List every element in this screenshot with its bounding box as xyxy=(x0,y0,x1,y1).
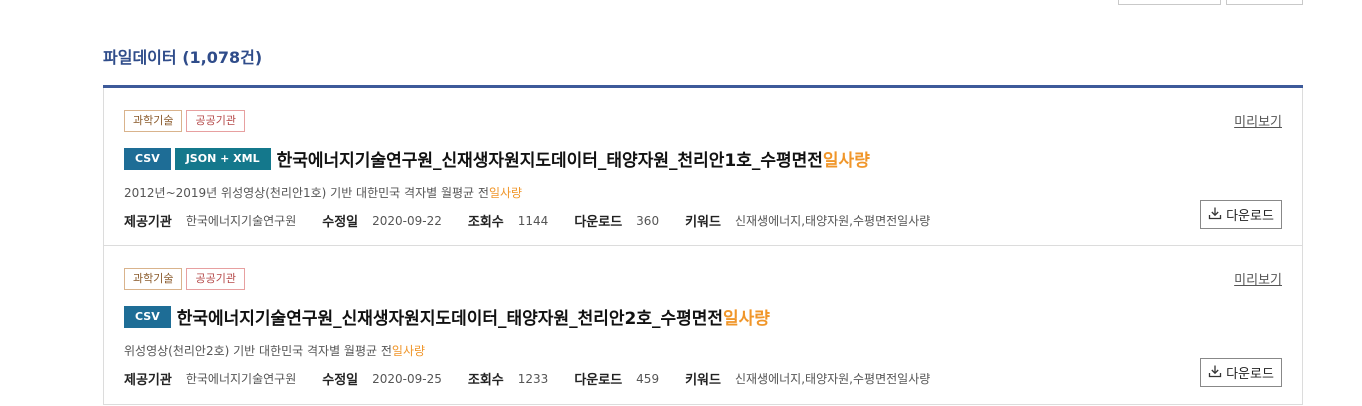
title-row: CSV 한국에너지기술연구원_신재생자원지도데이터_태양자원_천리안2호_수평면… xyxy=(124,304,770,329)
views-value: 1233 xyxy=(517,371,549,386)
provider-value: 한국에너지기술연구원 xyxy=(185,372,297,386)
meta-row: 제공기관 한국에너지기술연구원 수정일 2020-09-25 조회수 1233 … xyxy=(124,369,956,389)
top-button-2[interactable] xyxy=(1226,0,1303,5)
downloads-label: 다운로드 xyxy=(574,373,623,388)
tag-org-type: 공공기관 xyxy=(186,110,245,132)
dataset-title-highlight: 일사량 xyxy=(822,151,870,171)
keywords-value: 신재생에너지,태양자원,수평면전일사량 xyxy=(734,214,931,228)
tag-category: 과학기술 xyxy=(124,110,183,132)
preview-link[interactable]: 미리보기 xyxy=(1234,111,1282,130)
provider-label: 제공기관 xyxy=(124,373,172,388)
views-label: 조회수 xyxy=(467,215,504,230)
download-button[interactable]: 다운로드 xyxy=(1200,200,1282,229)
description-highlight: 일사량 xyxy=(488,186,523,200)
download-icon xyxy=(1208,206,1222,224)
tag-org-type: 공공기관 xyxy=(186,268,245,290)
download-button-label: 다운로드 xyxy=(1226,209,1274,224)
dataset-title-highlight: 일사량 xyxy=(723,309,770,329)
downloads-value: 459 xyxy=(636,371,660,386)
provider-label: 제공기관 xyxy=(124,215,172,230)
format-badge-json-xml: JSON + XML xyxy=(174,147,271,170)
tag-group: 과학기술 공공기관 xyxy=(124,110,245,132)
format-badge-csv: CSV xyxy=(124,305,171,328)
dataset-description: 2012년~2019년 위성영상(천리안1호) 기반 대한민국 격자별 월평균 … xyxy=(124,184,522,201)
tag-category: 과학기술 xyxy=(124,268,183,290)
section-count: (1,078건) xyxy=(182,48,263,67)
preview-link[interactable]: 미리보기 xyxy=(1234,269,1282,288)
section-title-text: 파일데이터 xyxy=(103,48,177,67)
provider-value: 한국에너지기술연구원 xyxy=(185,214,297,228)
list-item: 과학기술 공공기관 미리보기 CSV JSON + XML 한국에너지기술연구원… xyxy=(103,88,1303,246)
modified-label: 수정일 xyxy=(322,373,359,388)
keywords-label: 키워드 xyxy=(685,373,721,388)
download-icon xyxy=(1208,364,1222,382)
downloads-value: 360 xyxy=(636,213,660,228)
section-title: 파일데이터 (1,078건) xyxy=(103,44,262,68)
description-main: 2012년~2019년 위성영상(천리안1호) 기반 대한민국 격자별 월평균 … xyxy=(124,186,489,200)
downloads-label: 다운로드 xyxy=(574,215,623,230)
keywords-label: 키워드 xyxy=(685,215,721,230)
modified-value: 2020-09-22 xyxy=(372,213,442,228)
description-main: 위성영상(천리안2호) 기반 대한민국 격자별 월평균 전 xyxy=(124,344,392,358)
modified-value: 2020-09-25 xyxy=(372,371,442,386)
list-item: 과학기술 공공기관 미리보기 CSV 한국에너지기술연구원_신재생자원지도데이터… xyxy=(103,246,1303,405)
dataset-description: 위성영상(천리안2호) 기반 대한민국 격자별 월평균 전일사량 xyxy=(124,342,425,359)
download-button[interactable]: 다운로드 xyxy=(1200,358,1282,387)
modified-label: 수정일 xyxy=(322,215,359,230)
dataset-title-main: 한국에너지기술연구원_신재생자원지도데이터_태양자원_천리안2호_수평면전 xyxy=(176,309,724,329)
format-badge-csv: CSV xyxy=(124,147,171,170)
top-button-1[interactable] xyxy=(1118,0,1221,5)
dataset-title[interactable]: 한국에너지기술연구원_신재생자원지도데이터_태양자원_천리안1호_수평면전일사량 xyxy=(277,146,870,171)
dataset-title-main: 한국에너지기술연구원_신재생자원지도데이터_태양자원_천리안1호_수평면전 xyxy=(276,151,823,171)
dataset-title[interactable]: 한국에너지기술연구원_신재생자원지도데이터_태양자원_천리안2호_수평면전일사량 xyxy=(177,304,770,329)
meta-row: 제공기관 한국에너지기술연구원 수정일 2020-09-22 조회수 1144 … xyxy=(124,211,956,231)
keywords-value: 신재생에너지,태양자원,수평면전일사량 xyxy=(734,372,931,386)
file-data-list: 과학기술 공공기관 미리보기 CSV JSON + XML 한국에너지기술연구원… xyxy=(103,85,1303,405)
download-button-label: 다운로드 xyxy=(1226,367,1274,382)
description-highlight: 일사량 xyxy=(391,344,426,358)
views-label: 조회수 xyxy=(467,373,504,388)
title-row: CSV JSON + XML 한국에너지기술연구원_신재생자원지도데이터_태양자… xyxy=(124,146,870,171)
views-value: 1144 xyxy=(517,213,549,228)
tag-group: 과학기술 공공기관 xyxy=(124,268,245,290)
